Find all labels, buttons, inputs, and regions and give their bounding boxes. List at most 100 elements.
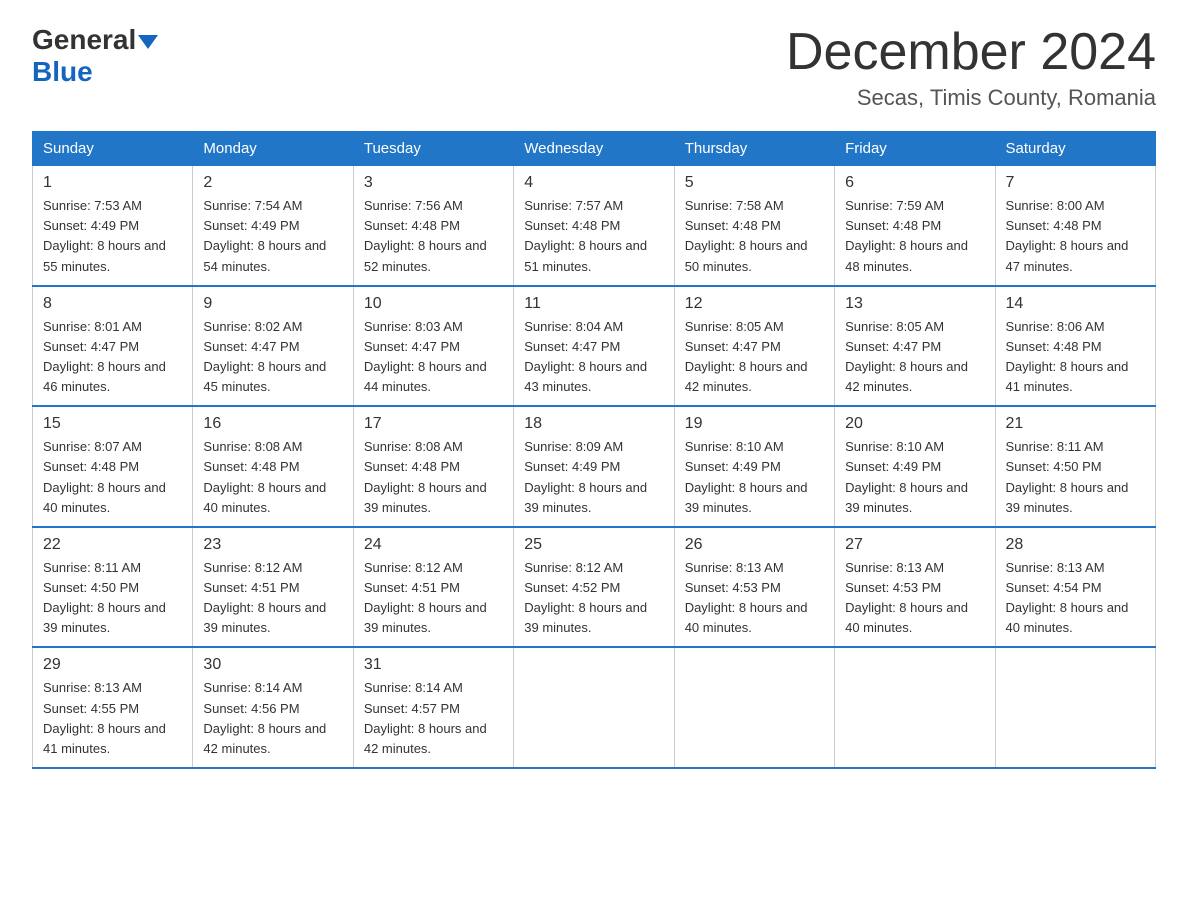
day-number: 15 [43,415,182,433]
table-row: 21 Sunrise: 8:11 AMSunset: 4:50 PMDayligh… [995,406,1155,527]
day-info: Sunrise: 8:07 AMSunset: 4:48 PMDaylight:… [43,437,182,518]
logo-blue-text: Blue [32,56,93,87]
table-row: 2 Sunrise: 7:54 AMSunset: 4:49 PMDaylight… [193,166,353,286]
day-number: 3 [364,174,503,192]
table-row: 8 Sunrise: 8:01 AMSunset: 4:47 PMDaylight… [33,286,193,407]
day-number: 10 [364,295,503,313]
table-row: 28 Sunrise: 8:13 AMSunset: 4:54 PMDayligh… [995,527,1155,648]
table-row: 29 Sunrise: 8:13 AMSunset: 4:55 PMDayligh… [33,647,193,768]
col-saturday: Saturday [995,132,1155,166]
table-row: 19Sunrise: 8:10 AMSunset: 4:49 PMDayligh… [674,406,834,527]
day-info: Sunrise: 8:08 AMSunset: 4:48 PMDaylight:… [364,437,503,518]
day-number: 4 [524,174,663,192]
day-number: 20 [845,415,984,433]
day-info: Sunrise: 8:12 AMSunset: 4:51 PMDaylight:… [364,558,503,639]
day-number: 17 [364,415,503,433]
day-number: 13 [845,295,984,313]
day-number: 5 [685,174,824,192]
table-row: 10 Sunrise: 8:03 AMSunset: 4:47 PMDayligh… [353,286,513,407]
table-row: 7Sunrise: 8:00 AMSunset: 4:48 PMDaylight… [995,166,1155,286]
day-number: 31 [364,656,503,674]
day-number: 21 [1006,415,1145,433]
day-number: 2 [203,174,342,192]
day-info: Sunrise: 8:02 AMSunset: 4:47 PMDaylight:… [203,317,342,398]
day-info: Sunrise: 8:09 AMSunset: 4:49 PMDaylight:… [524,437,663,518]
day-number: 25 [524,536,663,554]
day-info: Sunrise: 8:13 AMSunset: 4:55 PMDaylight:… [43,678,182,759]
logo-general-text: General [32,24,136,55]
col-monday: Monday [193,132,353,166]
month-title: December 2024 [786,24,1156,81]
day-number: 8 [43,295,182,313]
table-row: 14Sunrise: 8:06 AMSunset: 4:48 PMDayligh… [995,286,1155,407]
col-tuesday: Tuesday [353,132,513,166]
day-number: 9 [203,295,342,313]
logo-area: General Blue [32,24,158,88]
table-row: 27 Sunrise: 8:13 AMSunset: 4:53 PMDayligh… [835,527,995,648]
day-number: 18 [524,415,663,433]
day-number: 29 [43,656,182,674]
table-row: 16 Sunrise: 8:08 AMSunset: 4:48 PMDayligh… [193,406,353,527]
day-number: 28 [1006,536,1145,554]
day-number: 22 [43,536,182,554]
table-row: 31Sunrise: 8:14 AMSunset: 4:57 PMDayligh… [353,647,513,768]
table-row: 24 Sunrise: 8:12 AMSunset: 4:51 PMDayligh… [353,527,513,648]
calendar-week-row: 15 Sunrise: 8:07 AMSunset: 4:48 PMDayligh… [33,406,1156,527]
day-info: Sunrise: 7:58 AMSunset: 4:48 PMDaylight:… [685,196,824,277]
day-info: Sunrise: 7:54 AMSunset: 4:49 PMDaylight:… [203,196,342,277]
table-row [514,647,674,768]
table-row: 11Sunrise: 8:04 AMSunset: 4:47 PMDayligh… [514,286,674,407]
day-info: Sunrise: 8:05 AMSunset: 4:47 PMDaylight:… [845,317,984,398]
day-info: Sunrise: 8:12 AMSunset: 4:52 PMDaylight:… [524,558,663,639]
page-header: General Blue December 2024 Secas, Timis … [32,24,1156,111]
table-row: 30Sunrise: 8:14 AMSunset: 4:56 PMDayligh… [193,647,353,768]
day-info: Sunrise: 7:53 AMSunset: 4:49 PMDaylight:… [43,196,182,277]
day-info: Sunrise: 8:08 AMSunset: 4:48 PMDaylight:… [203,437,342,518]
table-row: 17 Sunrise: 8:08 AMSunset: 4:48 PMDayligh… [353,406,513,527]
table-row: 6 Sunrise: 7:59 AMSunset: 4:48 PMDaylight… [835,166,995,286]
day-info: Sunrise: 8:11 AMSunset: 4:50 PMDaylight:… [1006,437,1145,518]
table-row: 23Sunrise: 8:12 AMSunset: 4:51 PMDayligh… [193,527,353,648]
day-info: Sunrise: 8:06 AMSunset: 4:48 PMDaylight:… [1006,317,1145,398]
day-number: 12 [685,295,824,313]
day-info: Sunrise: 8:10 AMSunset: 4:49 PMDaylight:… [685,437,824,518]
day-info: Sunrise: 7:56 AMSunset: 4:48 PMDaylight:… [364,196,503,277]
table-row: 4 Sunrise: 7:57 AMSunset: 4:48 PMDaylight… [514,166,674,286]
calendar-week-row: 8 Sunrise: 8:01 AMSunset: 4:47 PMDaylight… [33,286,1156,407]
table-row: 20Sunrise: 8:10 AMSunset: 4:49 PMDayligh… [835,406,995,527]
day-info: Sunrise: 8:14 AMSunset: 4:56 PMDaylight:… [203,678,342,759]
table-row [674,647,834,768]
col-sunday: Sunday [33,132,193,166]
col-wednesday: Wednesday [514,132,674,166]
table-row [995,647,1155,768]
location-subtitle: Secas, Timis County, Romania [786,85,1156,111]
day-info: Sunrise: 7:59 AMSunset: 4:48 PMDaylight:… [845,196,984,277]
calendar-week-row: 29 Sunrise: 8:13 AMSunset: 4:55 PMDayligh… [33,647,1156,768]
calendar-week-row: 1Sunrise: 7:53 AMSunset: 4:49 PMDaylight… [33,166,1156,286]
day-info: Sunrise: 8:05 AMSunset: 4:47 PMDaylight:… [685,317,824,398]
day-number: 24 [364,536,503,554]
calendar-header-row: Sunday Monday Tuesday Wednesday Thursday… [33,132,1156,166]
day-info: Sunrise: 8:01 AMSunset: 4:47 PMDaylight:… [43,317,182,398]
table-row: 13 Sunrise: 8:05 AMSunset: 4:47 PMDayligh… [835,286,995,407]
title-area: December 2024 Secas, Timis County, Roman… [786,24,1156,111]
day-info: Sunrise: 8:13 AMSunset: 4:53 PMDaylight:… [685,558,824,639]
day-info: Sunrise: 7:57 AMSunset: 4:48 PMDaylight:… [524,196,663,277]
table-row: 18 Sunrise: 8:09 AMSunset: 4:49 PMDayligh… [514,406,674,527]
day-number: 6 [845,174,984,192]
calendar-table: Sunday Monday Tuesday Wednesday Thursday… [32,131,1156,769]
table-row: 5 Sunrise: 7:58 AMSunset: 4:48 PMDaylight… [674,166,834,286]
day-info: Sunrise: 8:13 AMSunset: 4:53 PMDaylight:… [845,558,984,639]
calendar-week-row: 22Sunrise: 8:11 AMSunset: 4:50 PMDayligh… [33,527,1156,648]
table-row: 9 Sunrise: 8:02 AMSunset: 4:47 PMDaylight… [193,286,353,407]
day-number: 7 [1006,174,1145,192]
day-number: 27 [845,536,984,554]
day-info: Sunrise: 8:13 AMSunset: 4:54 PMDaylight:… [1006,558,1145,639]
day-info: Sunrise: 8:03 AMSunset: 4:47 PMDaylight:… [364,317,503,398]
logo-triangle-icon [138,35,158,49]
table-row: 12 Sunrise: 8:05 AMSunset: 4:47 PMDayligh… [674,286,834,407]
logo: General Blue [32,24,158,88]
table-row: 3 Sunrise: 7:56 AMSunset: 4:48 PMDaylight… [353,166,513,286]
table-row: 1Sunrise: 7:53 AMSunset: 4:49 PMDaylight… [33,166,193,286]
day-number: 16 [203,415,342,433]
